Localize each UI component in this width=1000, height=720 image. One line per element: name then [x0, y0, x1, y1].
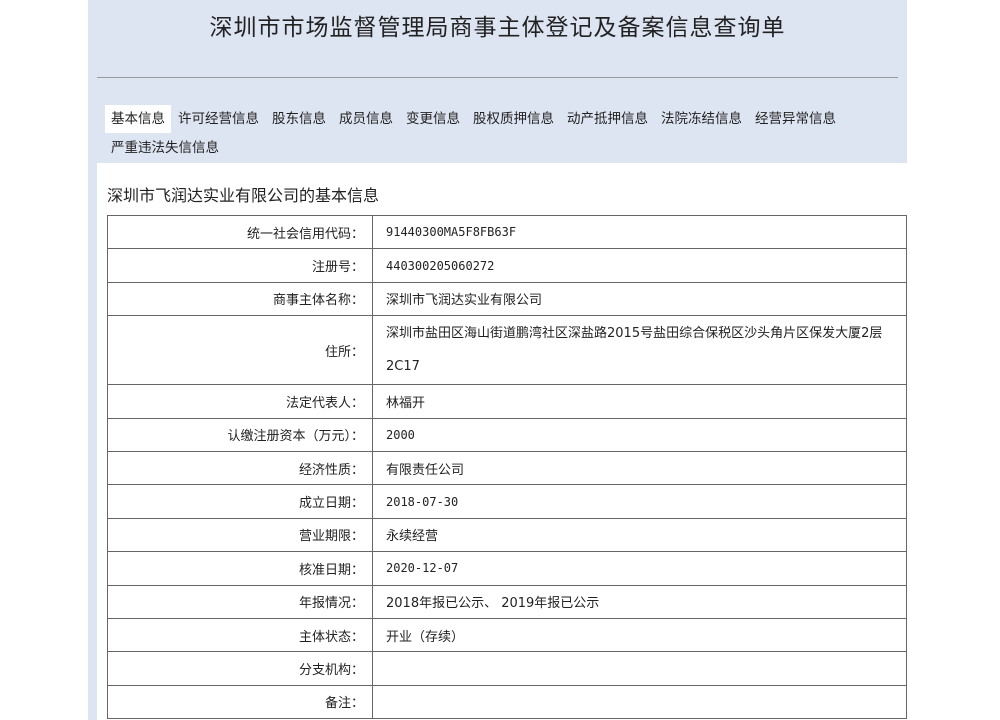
table-row: 营业期限： 永续经营: [107, 517, 907, 553]
capital-value: 2000: [372, 417, 907, 452]
tab-equity-pledge-info[interactable]: 股权质押信息: [467, 105, 560, 133]
tab-change-info[interactable]: 变更信息: [400, 105, 466, 133]
table-row: 注册号： 440300205060272: [107, 248, 907, 283]
address-value: 深圳市盐田区海山街道鹏湾社区深盐路2015号盐田综合保税区沙头角片区保发大厦2层…: [372, 315, 907, 386]
legal-rep-value: 林福开: [372, 384, 907, 419]
content-area: 深圳市飞润达实业有限公司的基本信息 统一社会信用代码： 91440300MA5F…: [97, 163, 907, 720]
tab-row-2: 严重违法失信信息: [105, 133, 905, 162]
table-row: 经济性质： 有限责任公司: [107, 450, 907, 486]
table-row: 成立日期： 2018-07-30: [107, 484, 907, 519]
tab-bar: 基本信息 许可经营信息 股东信息 成员信息 变更信息 股权质押信息 动产抵押信息…: [105, 104, 905, 162]
table-row: 分支机构：: [107, 651, 907, 686]
approved-value: 2020-12-07: [372, 551, 907, 586]
approved-label: 核准日期：: [107, 551, 373, 586]
nature-label: 经济性质：: [107, 450, 373, 486]
tab-row-1: 基本信息 许可经营信息 股东信息 成员信息 变更信息 股权质押信息 动产抵押信息…: [105, 104, 905, 133]
reg-no-value: 440300205060272: [372, 248, 907, 283]
address-label: 住所：: [107, 315, 373, 386]
term-label: 营业期限：: [107, 517, 373, 553]
tab-abnormal-operation-info[interactable]: 经营异常信息: [749, 105, 842, 133]
nature-value: 有限责任公司: [372, 450, 907, 486]
branch-value: [372, 651, 907, 686]
table-row: 核准日期： 2020-12-07: [107, 551, 907, 586]
remarks-label: 备注：: [107, 684, 373, 720]
entity-name-label: 商事主体名称：: [107, 281, 373, 317]
reg-no-label: 注册号：: [107, 248, 373, 283]
table-row: 备注：: [107, 684, 907, 720]
tab-license-info[interactable]: 许可经营信息: [172, 105, 265, 133]
tab-chattel-mortgage-info[interactable]: 动产抵押信息: [561, 105, 654, 133]
title-divider: [97, 77, 898, 78]
section-title: 深圳市飞润达实业有限公司的基本信息: [107, 186, 380, 205]
status-label: 主体状态：: [107, 617, 373, 653]
table-row: 商事主体名称： 深圳市飞润达实业有限公司: [107, 281, 907, 317]
capital-label: 认缴注册资本（万元）：: [107, 417, 373, 452]
tab-court-freeze-info[interactable]: 法院冻结信息: [655, 105, 748, 133]
branch-label: 分支机构：: [107, 651, 373, 686]
status-value: 开业（存续）: [372, 617, 907, 653]
term-value: 永续经营: [372, 517, 907, 553]
tab-shareholder-info[interactable]: 股东信息: [266, 105, 332, 133]
tab-basic-info[interactable]: 基本信息: [105, 104, 171, 133]
basic-info-table: 统一社会信用代码： 91440300MA5F8FB63F 注册号： 440300…: [107, 214, 907, 720]
table-row: 年报情况： 2018年报已公示、 2019年报已公示: [107, 584, 907, 619]
table-row: 住所： 深圳市盐田区海山街道鹏湾社区深盐路2015号盐田综合保税区沙头角片区保发…: [107, 315, 907, 386]
table-row: 统一社会信用代码： 91440300MA5F8FB63F: [107, 214, 907, 250]
table-row: 主体状态： 开业（存续）: [107, 617, 907, 653]
tab-member-info[interactable]: 成员信息: [333, 105, 399, 133]
annual-report-value: 2018年报已公示、 2019年报已公示: [372, 584, 907, 619]
page-title: 深圳市市场监督管理局商事主体登记及备案信息查询单: [209, 15, 786, 41]
tab-serious-violation-info[interactable]: 严重违法失信信息: [105, 134, 225, 162]
remarks-value: [372, 684, 907, 720]
main-panel: 深圳市市场监督管理局商事主体登记及备案信息查询单 基本信息 许可经营信息 股东信…: [88, 0, 907, 720]
table-row: 法定代表人： 林福开: [107, 384, 907, 419]
table-row: 认缴注册资本（万元）： 2000: [107, 417, 907, 452]
credit-code-label: 统一社会信用代码：: [107, 214, 373, 250]
entity-name-value: 深圳市飞润达实业有限公司: [372, 281, 907, 317]
founded-value: 2018-07-30: [372, 484, 907, 519]
annual-report-label: 年报情况：: [107, 584, 373, 619]
founded-label: 成立日期：: [107, 484, 373, 519]
credit-code-value: 91440300MA5F8FB63F: [372, 214, 907, 250]
legal-rep-label: 法定代表人：: [107, 384, 373, 419]
